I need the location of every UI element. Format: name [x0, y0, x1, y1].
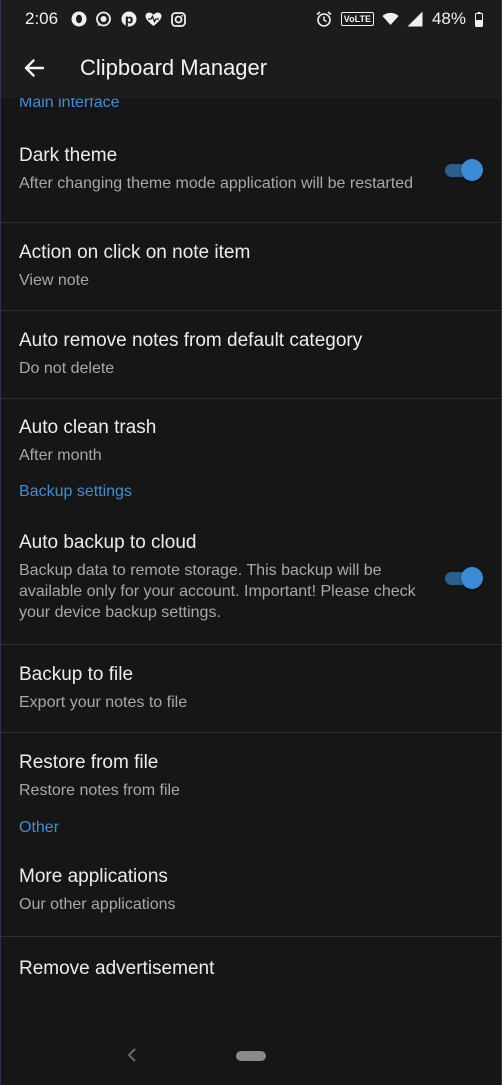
back-button[interactable] [21, 55, 47, 81]
section-header-main: Main interface [19, 98, 120, 111]
settings-list[interactable]: Main interface Dark theme After changing… [1, 98, 501, 1085]
arrow-back-icon [24, 59, 44, 77]
battery-percent: 48% [431, 9, 466, 28]
nav-home-pill[interactable] [236, 1051, 266, 1061]
setting-auto-backup-cloud[interactable]: Auto backup to cloud Backup data to remo… [1, 511, 501, 644]
setting-title: Auto remove notes from default category [19, 330, 363, 351]
setting-subtitle: Our other applications [19, 896, 176, 913]
page-title: Clipboard Manager [80, 55, 268, 80]
setting-title: Remove advertisement [19, 958, 215, 979]
whatsapp-icon [95, 11, 112, 28]
section-header-backup: Backup settings [19, 483, 132, 500]
alarm-icon [316, 11, 333, 28]
signal-icon [407, 11, 424, 28]
setting-title: Auto backup to cloud [19, 532, 197, 553]
setting-title: Dark theme [19, 145, 118, 166]
status-bar: 2:06 p VoLTE 48% [1, 0, 501, 38]
instagram-icon [170, 11, 187, 28]
status-left: 2:06 p [25, 9, 187, 29]
setting-subtitle: After changing theme mode application wi… [19, 175, 413, 192]
dark-theme-toggle[interactable] [445, 158, 483, 181]
auto-backup-toggle[interactable] [445, 566, 483, 589]
setting-remove-advertisement[interactable]: Remove advertisement [1, 937, 501, 1001]
navigation-bar [1, 1027, 501, 1085]
nav-back-icon[interactable] [125, 1045, 139, 1065]
setting-action-on-click[interactable]: Action on click on note item View note [1, 223, 501, 310]
heart-icon [145, 11, 162, 28]
setting-subtitle: Restore notes from file [19, 781, 180, 799]
status-time: 2:06 [25, 9, 59, 28]
setting-subtitle: View note [19, 272, 89, 289]
svg-text:p: p [124, 13, 133, 27]
pinterest-icon: p [120, 11, 137, 28]
status-right: VoLTE 48% [316, 9, 483, 29]
setting-more-applications[interactable]: More applications Our other applications [1, 845, 501, 936]
section-header-other: Other [19, 819, 60, 836]
setting-dark-theme[interactable]: Dark theme After changing theme mode app… [1, 117, 501, 222]
setting-auto-remove-notes[interactable]: Auto remove notes from default category … [1, 311, 501, 398]
wifi-icon [382, 11, 399, 28]
setting-restore-from-file[interactable]: Restore from file Restore notes from fil… [1, 733, 501, 819]
setting-auto-clean-trash[interactable]: Auto clean trash After month [1, 399, 501, 483]
setting-subtitle: After month [19, 446, 102, 464]
setting-title: Action on click on note item [19, 242, 251, 263]
battery-icon [474, 11, 483, 28]
setting-subtitle: Export your notes to file [19, 694, 188, 711]
setting-backup-to-file[interactable]: Backup to file Export your notes to file [1, 645, 501, 732]
setting-subtitle: Backup data to remote storage. This back… [19, 562, 416, 621]
setting-title: More applications [19, 866, 168, 887]
setting-subtitle: Do not delete [19, 360, 115, 377]
setting-title: Backup to file [19, 664, 134, 685]
toolbar: Clipboard Manager [1, 38, 501, 98]
setting-title: Restore from file [19, 751, 159, 773]
volte-badge: VoLTE [340, 12, 374, 26]
setting-title: Auto clean trash [19, 416, 157, 438]
opera-icon [70, 11, 87, 28]
